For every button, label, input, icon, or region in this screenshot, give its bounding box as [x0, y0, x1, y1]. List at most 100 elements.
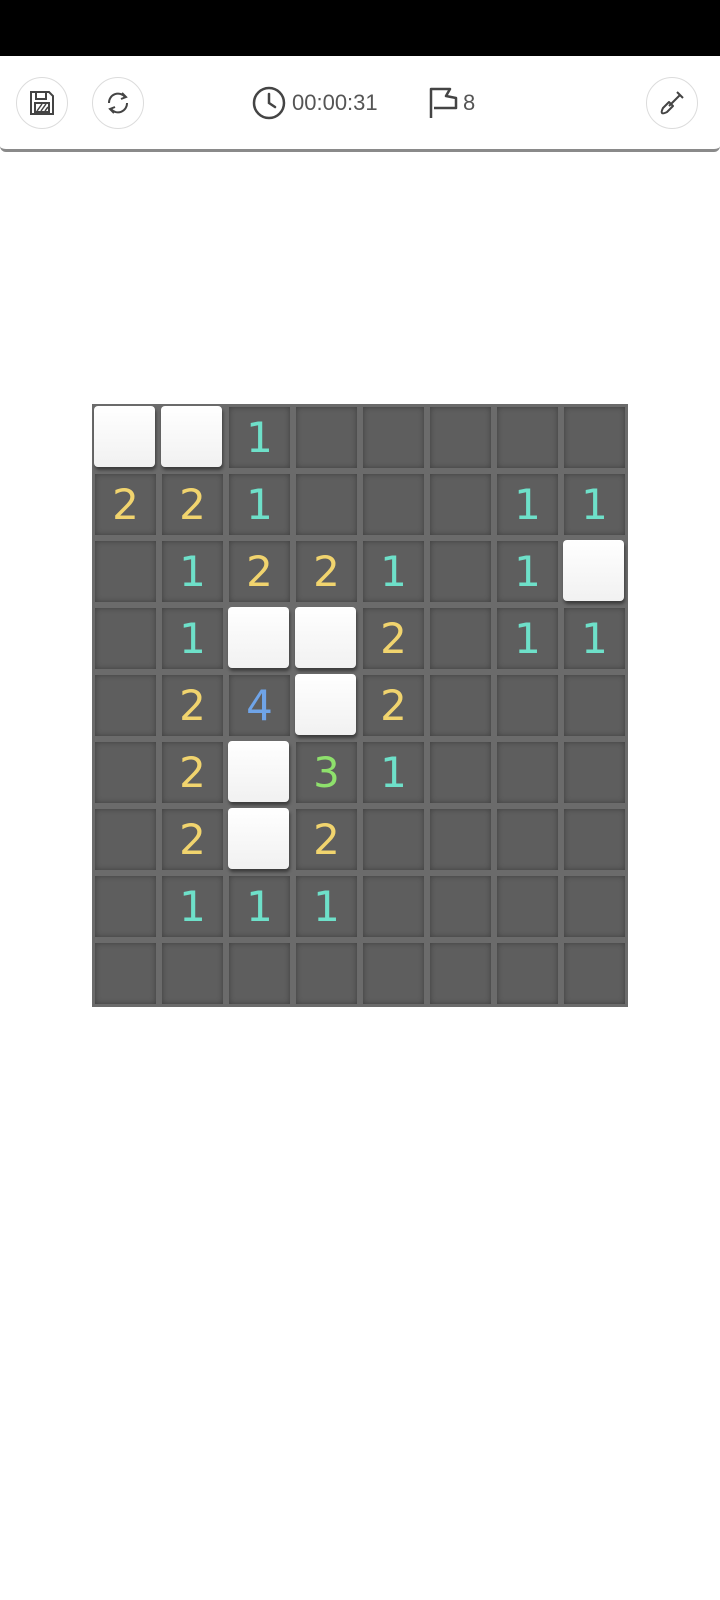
- revealed-cell[interactable]: [427, 940, 494, 1007]
- unrevealed-cell[interactable]: [293, 605, 360, 672]
- mine-count: 2: [179, 480, 206, 529]
- revealed-cell[interactable]: [427, 538, 494, 605]
- revealed-cell[interactable]: [293, 940, 360, 1007]
- unrevealed-cell[interactable]: [226, 739, 293, 806]
- revealed-cell[interactable]: [427, 873, 494, 940]
- mine-count: 1: [380, 748, 407, 797]
- revealed-cell[interactable]: 1: [494, 605, 561, 672]
- revealed-cell[interactable]: 1: [360, 538, 427, 605]
- revealed-cell[interactable]: [92, 739, 159, 806]
- mine-count: 1: [179, 882, 206, 931]
- mine-count: 1: [246, 480, 273, 529]
- revealed-cell[interactable]: 1: [226, 471, 293, 538]
- revealed-cell[interactable]: [92, 806, 159, 873]
- revealed-cell[interactable]: 1: [159, 605, 226, 672]
- revealed-cell[interactable]: [427, 672, 494, 739]
- revealed-cell[interactable]: 3: [293, 739, 360, 806]
- timer: 00:00:31: [252, 85, 378, 121]
- revealed-cell[interactable]: [494, 739, 561, 806]
- revealed-cell[interactable]: [226, 940, 293, 1007]
- revealed-cell[interactable]: 1: [561, 605, 628, 672]
- mine-count: 1: [514, 614, 541, 663]
- revealed-cell[interactable]: [427, 404, 494, 471]
- unrevealed-cell[interactable]: [226, 806, 293, 873]
- revealed-cell[interactable]: [494, 806, 561, 873]
- mine-count: 2: [246, 547, 273, 596]
- revealed-cell[interactable]: 2: [159, 672, 226, 739]
- timer-value: 00:00:31: [292, 90, 378, 115]
- mine-count: 1: [581, 614, 608, 663]
- revealed-cell[interactable]: 2: [360, 672, 427, 739]
- revealed-cell[interactable]: [427, 471, 494, 538]
- revealed-cell[interactable]: [427, 605, 494, 672]
- revealed-cell[interactable]: 1: [494, 471, 561, 538]
- mine-count: 1: [380, 547, 407, 596]
- revealed-cell[interactable]: [561, 873, 628, 940]
- mine-count: 2: [179, 748, 206, 797]
- refresh-icon: [107, 92, 129, 114]
- status-bar: [0, 0, 720, 56]
- restart-button[interactable]: [92, 77, 144, 129]
- revealed-cell[interactable]: [293, 471, 360, 538]
- mine-count: 1: [514, 480, 541, 529]
- mine-count: 1: [514, 547, 541, 596]
- revealed-cell[interactable]: [494, 940, 561, 1007]
- save-button[interactable]: [16, 77, 68, 129]
- revealed-cell[interactable]: 2: [159, 806, 226, 873]
- revealed-cell[interactable]: [561, 404, 628, 471]
- unrevealed-cell[interactable]: [226, 605, 293, 672]
- revealed-cell[interactable]: 1: [159, 873, 226, 940]
- mine-count: 2: [380, 614, 407, 663]
- flag-count: 8: [463, 90, 476, 115]
- revealed-cell[interactable]: 1: [494, 538, 561, 605]
- revealed-cell[interactable]: 2: [159, 471, 226, 538]
- revealed-cell[interactable]: [561, 672, 628, 739]
- revealed-cell[interactable]: [92, 538, 159, 605]
- unrevealed-cell[interactable]: [92, 404, 159, 471]
- mine-count: 1: [246, 882, 273, 931]
- revealed-cell[interactable]: [494, 873, 561, 940]
- unrevealed-cell[interactable]: [561, 538, 628, 605]
- revealed-cell[interactable]: [427, 806, 494, 873]
- revealed-cell[interactable]: 1: [293, 873, 360, 940]
- revealed-cell[interactable]: 1: [360, 739, 427, 806]
- revealed-cell[interactable]: 2: [92, 471, 159, 538]
- mine-count: 3: [313, 748, 340, 797]
- revealed-cell[interactable]: [360, 873, 427, 940]
- revealed-cell[interactable]: 2: [226, 538, 293, 605]
- revealed-cell[interactable]: 2: [159, 739, 226, 806]
- flag-icon: [429, 87, 458, 118]
- mine-count: 1: [313, 882, 340, 931]
- revealed-cell[interactable]: [360, 806, 427, 873]
- game-toolbar: 00:00:31 8: [0, 56, 720, 152]
- revealed-cell[interactable]: [92, 873, 159, 940]
- revealed-cell[interactable]: [159, 940, 226, 1007]
- revealed-cell[interactable]: [92, 940, 159, 1007]
- revealed-cell[interactable]: [427, 739, 494, 806]
- revealed-cell[interactable]: 2: [293, 806, 360, 873]
- revealed-cell[interactable]: 1: [226, 404, 293, 471]
- revealed-cell[interactable]: 4: [226, 672, 293, 739]
- mine-count: 2: [179, 681, 206, 730]
- unrevealed-cell[interactable]: [159, 404, 226, 471]
- revealed-cell[interactable]: [561, 739, 628, 806]
- revealed-cell[interactable]: 1: [226, 873, 293, 940]
- revealed-cell[interactable]: [360, 940, 427, 1007]
- revealed-cell[interactable]: [561, 940, 628, 1007]
- revealed-cell[interactable]: [494, 672, 561, 739]
- revealed-cell[interactable]: 2: [293, 538, 360, 605]
- revealed-cell[interactable]: [561, 806, 628, 873]
- revealed-cell[interactable]: [92, 672, 159, 739]
- unrevealed-cell[interactable]: [293, 672, 360, 739]
- revealed-cell[interactable]: [92, 605, 159, 672]
- revealed-cell[interactable]: [293, 404, 360, 471]
- revealed-cell[interactable]: [494, 404, 561, 471]
- mode-toggle-button[interactable]: [646, 77, 698, 129]
- mine-count: 1: [179, 547, 206, 596]
- revealed-cell[interactable]: [360, 471, 427, 538]
- revealed-cell[interactable]: [360, 404, 427, 471]
- revealed-cell[interactable]: 1: [159, 538, 226, 605]
- floppy-disk-icon: [30, 91, 54, 115]
- revealed-cell[interactable]: 1: [561, 471, 628, 538]
- revealed-cell[interactable]: 2: [360, 605, 427, 672]
